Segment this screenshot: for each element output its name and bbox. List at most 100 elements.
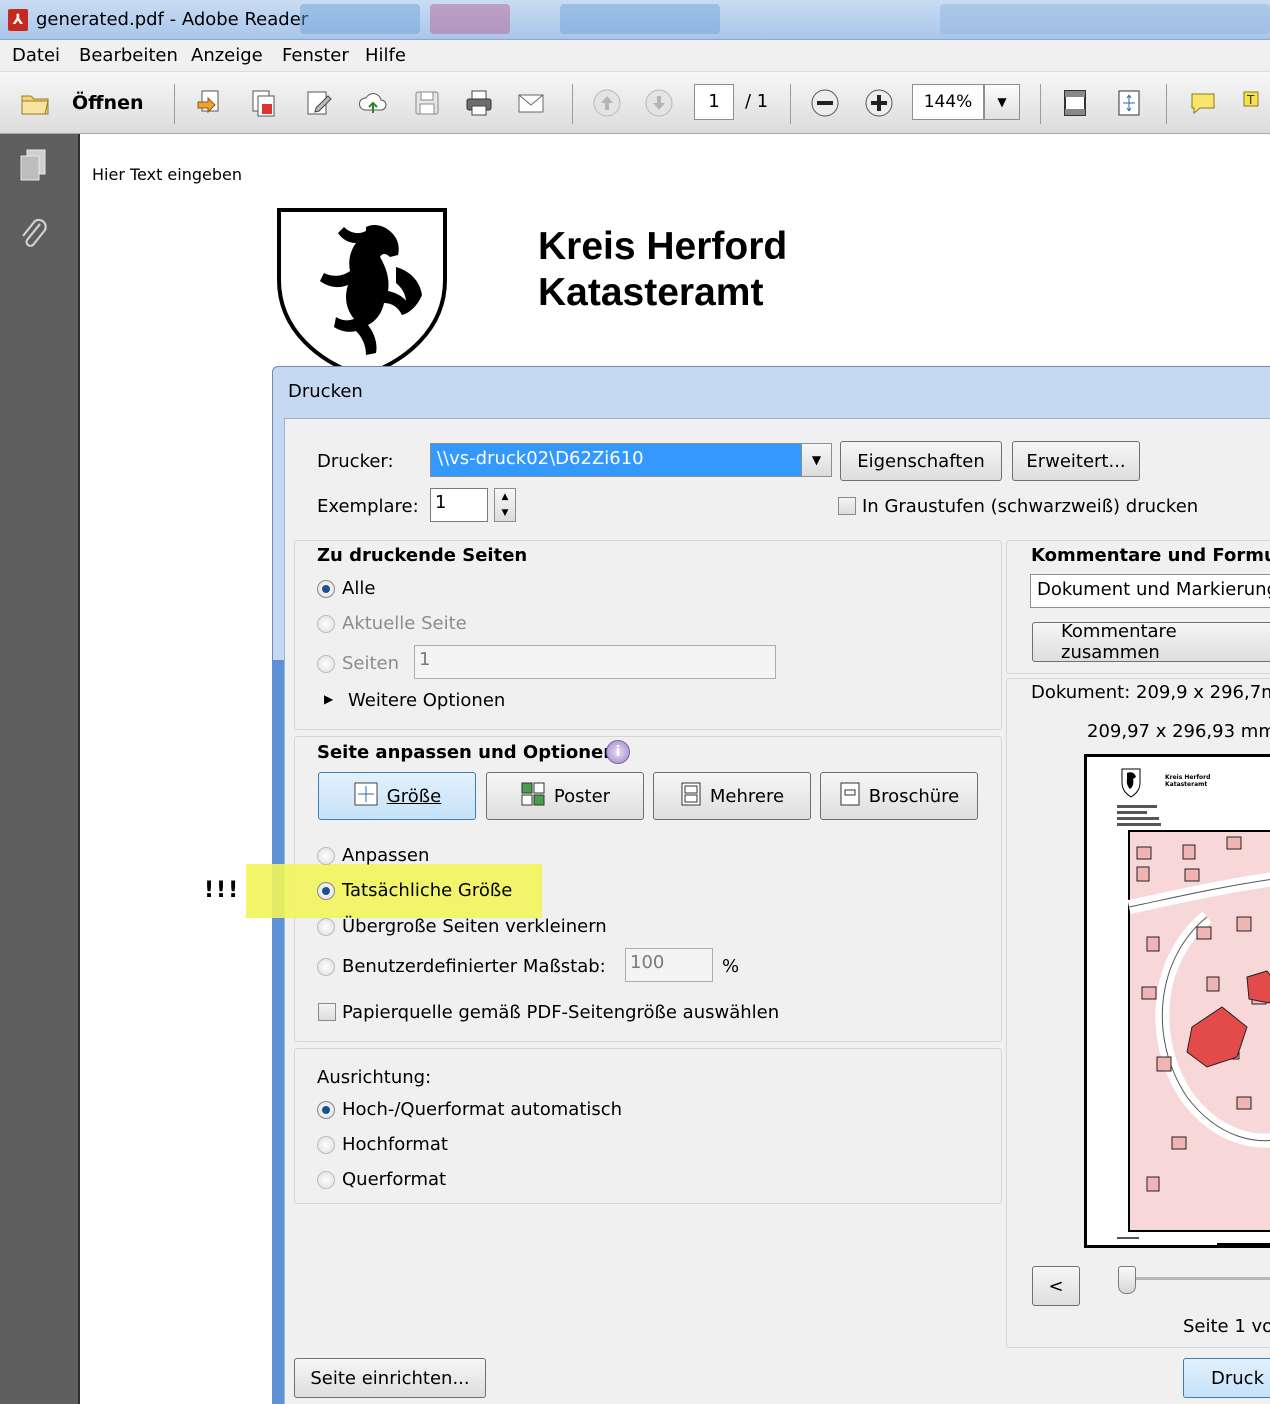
print-icon[interactable]: [462, 86, 496, 120]
attachments-paperclip-icon[interactable]: [18, 216, 50, 252]
tab-size-button[interactable]: Größe: [318, 772, 476, 820]
menu-bearbeiten[interactable]: Bearbeiten: [79, 45, 178, 66]
title-bar: ⅄ generated.pdf - Adobe Reader: [0, 0, 1270, 40]
pages-heading: Zu druckende Seiten: [317, 545, 528, 566]
copies-input[interactable]: 1: [430, 488, 488, 522]
document-title-line1: Kreis Herford: [538, 225, 788, 268]
radio-portrait[interactable]: [317, 1136, 335, 1154]
email-icon[interactable]: [514, 86, 548, 120]
copies-spinner[interactable]: ▲ ▼: [494, 488, 516, 522]
radio-fit[interactable]: [317, 847, 335, 865]
annotation-exclamation: !!!: [204, 878, 241, 903]
radio-current-page[interactable]: [317, 615, 335, 633]
properties-button[interactable]: Eigenschaften: [840, 441, 1002, 481]
dialog-title: Drucken: [288, 381, 363, 402]
next-page-icon[interactable]: [642, 86, 676, 120]
printer-select[interactable]: \\vs-druck02\D62Zi610 ▼: [430, 443, 832, 477]
tab-poster-label: Poster: [553, 785, 611, 807]
tab-multiple-button[interactable]: Mehrere: [653, 772, 811, 820]
chevron-down-icon[interactable]: ▼: [801, 444, 831, 476]
page-setup-button[interactable]: Seite einrichten...: [294, 1358, 486, 1398]
cadastral-map-preview: Kreis Herford Katasteramt: [1117, 768, 1270, 1245]
pages-range-input[interactable]: 1: [414, 645, 776, 679]
fit-page-icon[interactable]: [1112, 86, 1146, 120]
tab-poster-button[interactable]: Poster: [486, 772, 644, 820]
coat-of-arms-logo: [276, 207, 448, 379]
zoom-out-icon[interactable]: [808, 86, 842, 120]
advanced-button[interactable]: Erweitert...: [1012, 441, 1140, 481]
radio-all[interactable]: [317, 580, 335, 598]
preview-slider-track[interactable]: [1126, 1277, 1270, 1280]
label-fit: Anpassen: [342, 845, 430, 866]
radio-auto-orientation[interactable]: [317, 1101, 335, 1119]
copies-label: Exemplare:: [317, 496, 419, 517]
previous-page-icon[interactable]: [590, 86, 624, 120]
save-icon[interactable]: [410, 86, 444, 120]
label-landscape: Querformat: [342, 1169, 447, 1190]
paper-size-label: 209,97 x 296,93 mm: [1087, 721, 1270, 742]
label-shrink-oversized: Übergroße Seiten verkleinern: [342, 916, 607, 937]
page-number-input[interactable]: 1: [694, 84, 734, 120]
custom-scale-input[interactable]: 100: [625, 948, 713, 982]
window-title: generated.pdf - Adobe Reader: [36, 9, 309, 30]
menu-datei[interactable]: Datei: [12, 45, 60, 66]
radio-landscape[interactable]: [317, 1171, 335, 1189]
fit-width-icon[interactable]: [1058, 86, 1092, 120]
label-auto-orientation: Hoch-/Querformat automatisch: [342, 1099, 623, 1120]
open-folder-icon[interactable]: [18, 86, 52, 120]
poster-icon: [520, 781, 546, 812]
zoom-in-icon[interactable]: [862, 86, 896, 120]
paper-source-checkbox[interactable]: [318, 1003, 336, 1021]
multiple-pages-icon: [680, 781, 702, 812]
label-actual-size: Tatsächliche Größe: [342, 880, 513, 901]
preview-slider-thumb[interactable]: [1118, 1266, 1136, 1294]
label-custom-scale: Benutzerdefinierter Maßstab:: [342, 956, 606, 977]
info-icon[interactable]: i: [606, 740, 630, 764]
radio-custom-scale[interactable]: [317, 958, 335, 976]
preview-page-indicator: Seite 1 vo: [1183, 1316, 1270, 1337]
create-pdf-icon[interactable]: [192, 86, 226, 120]
tab-booklet-label: Broschüre: [868, 785, 960, 807]
expand-triangle-icon[interactable]: ▶: [324, 692, 333, 706]
upload-cloud-icon[interactable]: [356, 86, 390, 120]
document-title: Kreis Herford Katasteramt: [538, 224, 787, 316]
orientation-heading: Ausrichtung:: [317, 1067, 432, 1088]
radio-shrink-oversized[interactable]: [317, 918, 335, 936]
svg-text:T: T: [1246, 93, 1255, 107]
tab-multiple-label: Mehrere: [709, 785, 785, 807]
toolbar-separator: [572, 84, 573, 124]
previous-preview-page-button[interactable]: <: [1032, 1266, 1080, 1306]
menu-bar: Datei Bearbeiten Anzeige Fenster Hilfe: [0, 40, 1270, 72]
comments-select[interactable]: Dokument und Markierung: [1030, 574, 1270, 608]
comment-icon[interactable]: [1186, 86, 1220, 120]
label-portrait: Hochformat: [342, 1134, 448, 1155]
toolbar-separator: [790, 84, 791, 124]
document-size-label: Dokument: 209,9 x 296,7mm: [1031, 682, 1270, 703]
label-pages: Seiten: [342, 653, 400, 674]
toolbar-separator: [1040, 84, 1041, 124]
edit-document-icon[interactable]: [302, 86, 336, 120]
sizing-heading: Seite anpassen und Optionen: [317, 742, 617, 763]
combine-pdf-icon[interactable]: [246, 86, 280, 120]
percent-sign: %: [722, 956, 740, 977]
tab-size-label: Größe: [386, 785, 442, 807]
blurred-area: [430, 4, 510, 34]
menu-anzeige[interactable]: Anzeige: [191, 45, 263, 66]
page-thumbnails-icon[interactable]: [18, 148, 50, 184]
summarize-comments-button[interactable]: Kommentare zusammen: [1032, 621, 1270, 663]
print-button[interactable]: Druck: [1183, 1358, 1270, 1398]
comments-heading: Kommentare und Formula: [1031, 545, 1270, 566]
more-options-label[interactable]: Weitere Optionen: [348, 690, 505, 711]
radio-pages[interactable]: [317, 655, 335, 673]
open-label[interactable]: Öffnen: [72, 92, 143, 114]
menu-fenster[interactable]: Fenster: [282, 45, 349, 66]
page-total: / 1: [745, 91, 769, 112]
grayscale-checkbox[interactable]: [838, 497, 856, 515]
zoom-input[interactable]: 144%: [912, 84, 984, 120]
printer-value: \\vs-druck02\D62Zi610: [437, 448, 644, 469]
tab-booklet-button[interactable]: Broschüre: [820, 772, 978, 820]
zoom-dropdown-button[interactable]: ▼: [984, 84, 1020, 120]
radio-actual-size[interactable]: [317, 882, 335, 900]
menu-hilfe[interactable]: Hilfe: [365, 45, 406, 66]
highlight-text-icon[interactable]: T: [1236, 86, 1270, 120]
